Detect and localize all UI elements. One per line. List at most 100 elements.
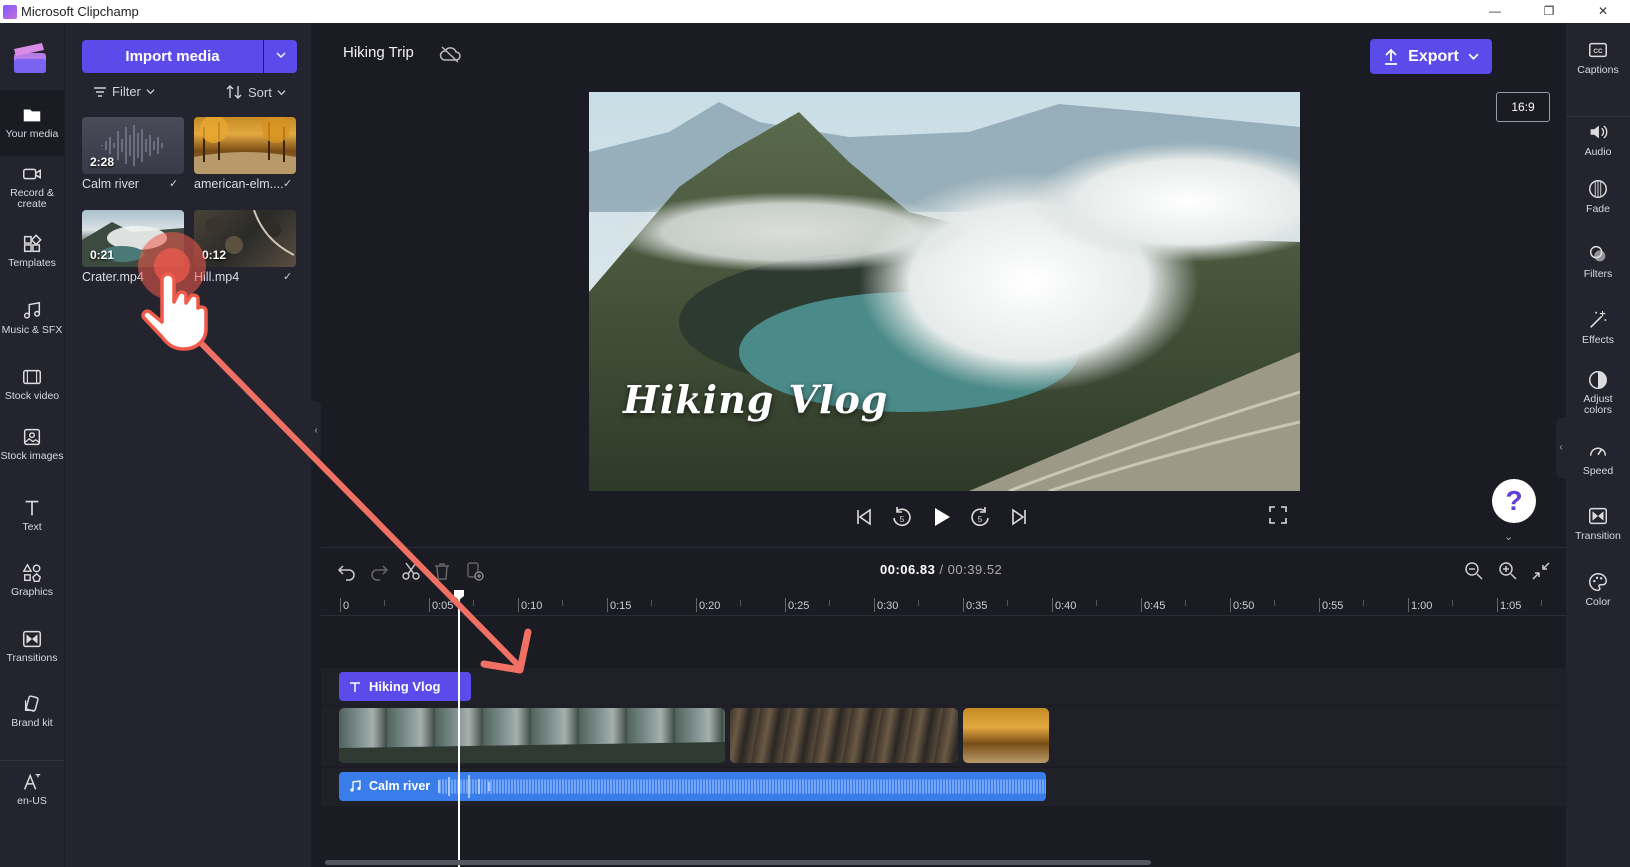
panel-filters[interactable]: Filters bbox=[1566, 243, 1630, 280]
project-title[interactable]: Hiking Trip bbox=[337, 40, 420, 65]
image-clip-american-elm[interactable] bbox=[963, 708, 1049, 763]
sort-button[interactable]: Sort bbox=[225, 84, 286, 100]
panel-fade[interactable]: Fade bbox=[1566, 178, 1630, 215]
panel-speed[interactable]: Speed bbox=[1566, 440, 1630, 477]
ruler-label: 0:20 bbox=[695, 598, 721, 612]
audio-clip-calm-river[interactable]: Calm river bbox=[339, 772, 1046, 801]
nav-stock-images[interactable]: Stock images bbox=[0, 426, 64, 492]
help-button[interactable]: ? bbox=[1492, 479, 1536, 523]
audio-waveform-graphic bbox=[438, 775, 1046, 798]
palette-icon bbox=[1589, 573, 1607, 591]
split-scissors-icon[interactable] bbox=[401, 561, 421, 581]
panel-effects[interactable]: Effects bbox=[1566, 309, 1630, 346]
nav-brand-kit[interactable]: Brand kit bbox=[0, 693, 64, 759]
clipchamp-brand-icon[interactable] bbox=[12, 41, 48, 75]
nav-your-media[interactable]: Your media bbox=[0, 90, 64, 156]
check-icon: ✓ bbox=[169, 178, 179, 190]
timeline: 00:06.83 / 00:39.52 0 0:05 0:10 0:15 0:2… bbox=[321, 547, 1566, 867]
zoom-in-icon[interactable] bbox=[1498, 561, 1518, 581]
export-button[interactable]: Export bbox=[1370, 39, 1492, 74]
camera-icon bbox=[23, 168, 41, 180]
import-media-button[interactable]: Import media bbox=[82, 40, 263, 73]
time-separator: / bbox=[935, 562, 948, 577]
text-icon bbox=[350, 681, 360, 692]
text-icon bbox=[25, 500, 39, 516]
ruler-label: 0 bbox=[339, 598, 350, 612]
ruler-minor-tick bbox=[918, 600, 919, 606]
timeline-horizontal-scrollbar[interactable] bbox=[325, 860, 1151, 865]
video-clip-hill[interactable] bbox=[730, 708, 958, 763]
text-clip-hiking-vlog[interactable]: Hiking Vlog bbox=[339, 672, 471, 701]
media-thumb-american-elm[interactable] bbox=[194, 117, 296, 174]
video-clip-crater[interactable] bbox=[339, 708, 725, 763]
play-icon[interactable] bbox=[926, 502, 956, 532]
skip-to-start-icon[interactable] bbox=[849, 502, 879, 532]
panel-label: Filters bbox=[1583, 268, 1613, 280]
ruler-label: 0:15 bbox=[606, 598, 632, 612]
fit-timeline-icon[interactable] bbox=[1531, 561, 1551, 581]
transition-icon bbox=[1589, 507, 1607, 525]
speedometer-icon bbox=[1589, 447, 1607, 456]
media-thumb-hill[interactable]: 0:12 bbox=[194, 210, 296, 267]
skip-to-end-icon[interactable] bbox=[1004, 502, 1034, 532]
maximize-button[interactable]: ❐ bbox=[1522, 0, 1576, 23]
nav-language[interactable]: en-US bbox=[0, 760, 64, 826]
fullscreen-icon[interactable] bbox=[1268, 505, 1288, 525]
media-thumb-crater[interactable]: 0:21 bbox=[82, 210, 184, 267]
nav-transitions[interactable]: Transitions bbox=[0, 628, 64, 694]
fade-icon bbox=[1589, 180, 1607, 198]
aspect-ratio-button[interactable]: 16:9 bbox=[1496, 92, 1550, 122]
playhead[interactable] bbox=[458, 590, 460, 867]
redo-icon[interactable] bbox=[369, 561, 389, 581]
media-thumb-calm-river[interactable]: 2:28 bbox=[82, 117, 184, 174]
nav-stock-video[interactable]: Stock video bbox=[0, 366, 64, 432]
panel-captions[interactable]: CC Captions bbox=[1566, 39, 1630, 76]
collapse-left-panel-button[interactable]: ‹ bbox=[311, 401, 321, 461]
delete-icon[interactable] bbox=[432, 561, 452, 581]
nav-text[interactable]: Text bbox=[0, 497, 64, 563]
collapse-right-panel-button[interactable]: ‹ bbox=[1556, 418, 1566, 478]
panel-transition[interactable]: Transition bbox=[1566, 505, 1630, 542]
panel-color[interactable]: Color bbox=[1566, 571, 1630, 608]
minimize-button[interactable]: — bbox=[1468, 0, 1522, 23]
editor-topbar: Hiking Trip Export bbox=[321, 23, 1566, 83]
zoom-out-icon[interactable] bbox=[1464, 561, 1484, 581]
film-icon bbox=[23, 369, 41, 385]
close-button[interactable]: ✕ bbox=[1576, 0, 1630, 23]
panel-label: Audio bbox=[1584, 146, 1612, 158]
filter-button[interactable]: Filter bbox=[93, 84, 155, 99]
nav-record-create[interactable]: Record & create bbox=[0, 163, 64, 229]
captions-icon: CC bbox=[1589, 42, 1607, 58]
panel-adjust-colors[interactable]: Adjust colors bbox=[1566, 369, 1630, 416]
duplicate-icon[interactable] bbox=[464, 561, 484, 581]
preview-overlay-title[interactable]: Hiking Vlog bbox=[623, 377, 888, 422]
cloud-off-icon[interactable] bbox=[439, 45, 461, 63]
language-icon bbox=[23, 773, 41, 790]
panel-label: Color bbox=[1585, 596, 1611, 608]
nav-graphics[interactable]: Graphics bbox=[0, 562, 64, 628]
chevron-down-icon bbox=[146, 89, 155, 95]
music-note-icon bbox=[350, 780, 361, 792]
panel-label: Fade bbox=[1586, 203, 1610, 215]
panel-audio[interactable]: Audio bbox=[1566, 116, 1630, 158]
brand-kit-icon bbox=[24, 695, 39, 712]
import-options-dropdown[interactable] bbox=[264, 40, 297, 73]
ruler-label: 0:30 bbox=[873, 598, 899, 612]
ruler-minor-tick bbox=[384, 600, 385, 606]
ruler-minor-tick bbox=[1096, 600, 1097, 606]
timeline-toolbar: 00:06.83 / 00:39.52 bbox=[321, 548, 1566, 592]
music-icon bbox=[23, 301, 41, 319]
ruler-minor-tick bbox=[1274, 600, 1275, 606]
video-preview[interactable]: Hiking Vlog bbox=[589, 92, 1300, 491]
graphics-icon bbox=[22, 563, 42, 582]
chevron-down-icon[interactable]: ⌄ bbox=[1504, 530, 1513, 543]
rewind-5-icon[interactable]: 5 bbox=[887, 502, 917, 532]
forward-5-icon[interactable]: 5 bbox=[965, 502, 995, 532]
nav-music-sfx[interactable]: Music & SFX bbox=[0, 300, 64, 366]
ruler-minor-tick bbox=[1452, 600, 1453, 606]
undo-icon[interactable] bbox=[337, 561, 357, 581]
nav-templates[interactable]: Templates bbox=[0, 233, 64, 299]
media-name: Calm river bbox=[82, 177, 139, 191]
timeline-ruler[interactable]: 0 0:05 0:10 0:15 0:20 0:25 0:30 0:35 0:4… bbox=[321, 592, 1566, 616]
ruler-label: 0:25 bbox=[784, 598, 810, 612]
